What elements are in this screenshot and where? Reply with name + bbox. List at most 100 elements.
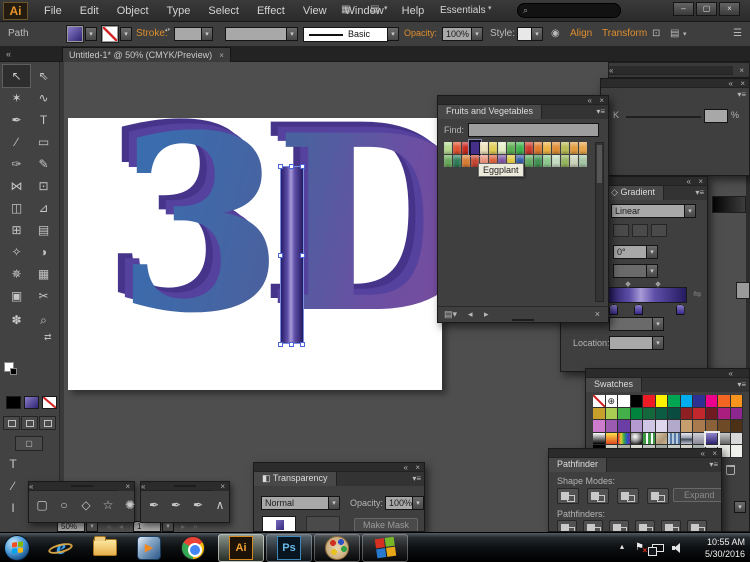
tab-gradient[interactable]: ◇ Gradient: [603, 186, 664, 200]
taskbar-clock[interactable]: 10:55 AM 5/30/2016: [689, 536, 745, 560]
search-input[interactable]: [532, 6, 610, 16]
menu-edit[interactable]: Edit: [71, 5, 108, 17]
swatch[interactable]: [618, 420, 631, 433]
action-center-flag-icon[interactable]: ⚑×: [635, 542, 644, 553]
swatch[interactable]: [631, 420, 644, 433]
location-dropdown-icon[interactable]: ▾: [652, 336, 664, 350]
library-swatch[interactable]: [489, 142, 497, 154]
gradient-angle-dropdown-icon[interactable]: ▾: [646, 245, 658, 259]
swatch[interactable]: [668, 420, 681, 433]
k-channel-slider[interactable]: [626, 116, 701, 118]
scroll-down-icon[interactable]: ▾: [734, 501, 746, 513]
gradient-slider[interactable]: [607, 287, 687, 303]
style-dropdown-icon[interactable]: ▾: [531, 27, 543, 41]
swatch-libraries-menu-icon[interactable]: ▤▾: [444, 309, 457, 320]
gradient-type-dropdown-icon[interactable]: ▾: [684, 204, 696, 218]
tab-transparency[interactable]: ◧ Transparency: [254, 472, 337, 486]
blend-mode-select[interactable]: Normal: [261, 496, 329, 510]
magic-wand-tool[interactable]: ✶: [3, 87, 30, 109]
column-graph-tool[interactable]: ▦: [30, 263, 57, 285]
swatch[interactable]: [693, 420, 706, 433]
artboard-tool[interactable]: ▣: [3, 285, 30, 307]
library-swatch[interactable]: [480, 142, 488, 154]
bounding-box-icon[interactable]: ⊡: [652, 28, 660, 39]
zoom-tool[interactable]: ⌕: [30, 309, 57, 331]
swatch[interactable]: [706, 420, 719, 433]
opacity-dropdown-icon[interactable]: ▾: [412, 496, 424, 510]
gradient-aspect-dropdown-icon[interactable]: ▾: [646, 264, 658, 278]
swatch[interactable]: [681, 433, 694, 446]
menu-effect[interactable]: Effect: [248, 5, 294, 17]
close-button[interactable]: ×: [719, 2, 740, 16]
close-panel-icon[interactable]: ×: [599, 96, 604, 105]
library-swatch[interactable]: [552, 142, 560, 154]
delete-swatch-icon[interactable]: [726, 465, 735, 475]
type-tool[interactable]: T: [9, 457, 16, 471]
type-tool[interactable]: T: [30, 109, 57, 131]
swatch[interactable]: [606, 420, 619, 433]
last-artboard-icon[interactable]: »: [193, 522, 197, 531]
swatch[interactable]: [631, 408, 644, 421]
swatch[interactable]: [718, 395, 731, 408]
swatch[interactable]: [656, 408, 669, 421]
stroke-weight-stepper[interactable]: ▴▾: [163, 27, 172, 42]
strip-header[interactable]: « ×: [29, 482, 134, 491]
isolate-dropdown-icon[interactable]: ▾: [683, 30, 687, 38]
selection-handle[interactable]: [278, 164, 283, 169]
menu-view[interactable]: View: [294, 5, 336, 17]
reverse-gradient-icon[interactable]: ⇋: [693, 289, 701, 300]
flare-tool[interactable]: ✺: [123, 498, 137, 512]
align-link[interactable]: Align: [570, 28, 592, 39]
draw-inside-mode[interactable]: [39, 416, 56, 430]
gradient-midpoint[interactable]: [654, 280, 662, 288]
selection-handle[interactable]: [289, 164, 294, 169]
document-setup-icon[interactable]: ◉: [551, 28, 560, 39]
fill-dropdown-icon[interactable]: ▾: [85, 27, 97, 41]
swatch[interactable]: [593, 408, 606, 421]
library-swatch[interactable]: [525, 155, 533, 167]
swatch[interactable]: [731, 420, 744, 433]
library-swatch[interactable]: [507, 142, 515, 154]
tab-fruits-and-vegetables[interactable]: Fruits and Vegetables: [438, 105, 542, 119]
blend-mode-dropdown-icon[interactable]: ▾: [328, 496, 340, 510]
merge-button[interactable]: [609, 520, 629, 532]
swatch[interactable]: [668, 408, 681, 421]
stop-opacity-dropdown-icon[interactable]: ▾: [652, 317, 664, 331]
panel-menu-icon[interactable]: ▾≡: [695, 188, 704, 197]
stroke-dropdown-icon[interactable]: ▾: [120, 27, 132, 41]
swatch[interactable]: [731, 433, 744, 446]
swatch[interactable]: [643, 420, 656, 433]
gradient-type-select[interactable]: Linear: [611, 204, 685, 218]
brush-definition-field[interactable]: Basic: [303, 27, 388, 42]
swatch[interactable]: [631, 395, 644, 408]
restore-button[interactable]: ▢: [696, 2, 717, 16]
collapse-panel-icon[interactable]: «: [404, 463, 408, 472]
collapse-panel-icon[interactable]: «: [609, 66, 733, 75]
swatch[interactable]: [718, 420, 731, 433]
next-library-icon[interactable]: ▸: [484, 309, 489, 320]
pen-tool[interactable]: ✒: [147, 498, 161, 512]
library-swatch[interactable]: [453, 142, 461, 154]
control-panel-menu-icon[interactable]: ☰: [733, 28, 742, 39]
tab-pathfinder[interactable]: Pathfinder: [549, 458, 607, 472]
swatch[interactable]: [643, 395, 656, 408]
star-tool[interactable]: ☆: [101, 498, 115, 512]
location-field[interactable]: [609, 336, 653, 350]
selection-handle[interactable]: [300, 342, 305, 347]
stroke-weight-field[interactable]: [174, 27, 202, 41]
library-swatch[interactable]: [579, 142, 587, 154]
library-scrollbar[interactable]: [595, 142, 604, 302]
swatch[interactable]: [681, 408, 694, 421]
expand-button[interactable]: Expand: [673, 488, 722, 502]
gradient-angle-field[interactable]: 0°: [613, 245, 647, 259]
swatch[interactable]: [593, 433, 606, 446]
swatch[interactable]: [656, 420, 669, 433]
volume-icon[interactable]: [672, 543, 684, 553]
gradient-stop[interactable]: [609, 304, 618, 315]
drag-grip[interactable]: [71, 485, 93, 487]
taskbar-paint-button[interactable]: [314, 534, 360, 562]
library-swatch[interactable]: [552, 155, 560, 167]
library-swatch[interactable]: [543, 155, 551, 167]
selection-handle[interactable]: [289, 342, 294, 347]
eyedropper-tool[interactable]: ✧: [3, 241, 30, 263]
